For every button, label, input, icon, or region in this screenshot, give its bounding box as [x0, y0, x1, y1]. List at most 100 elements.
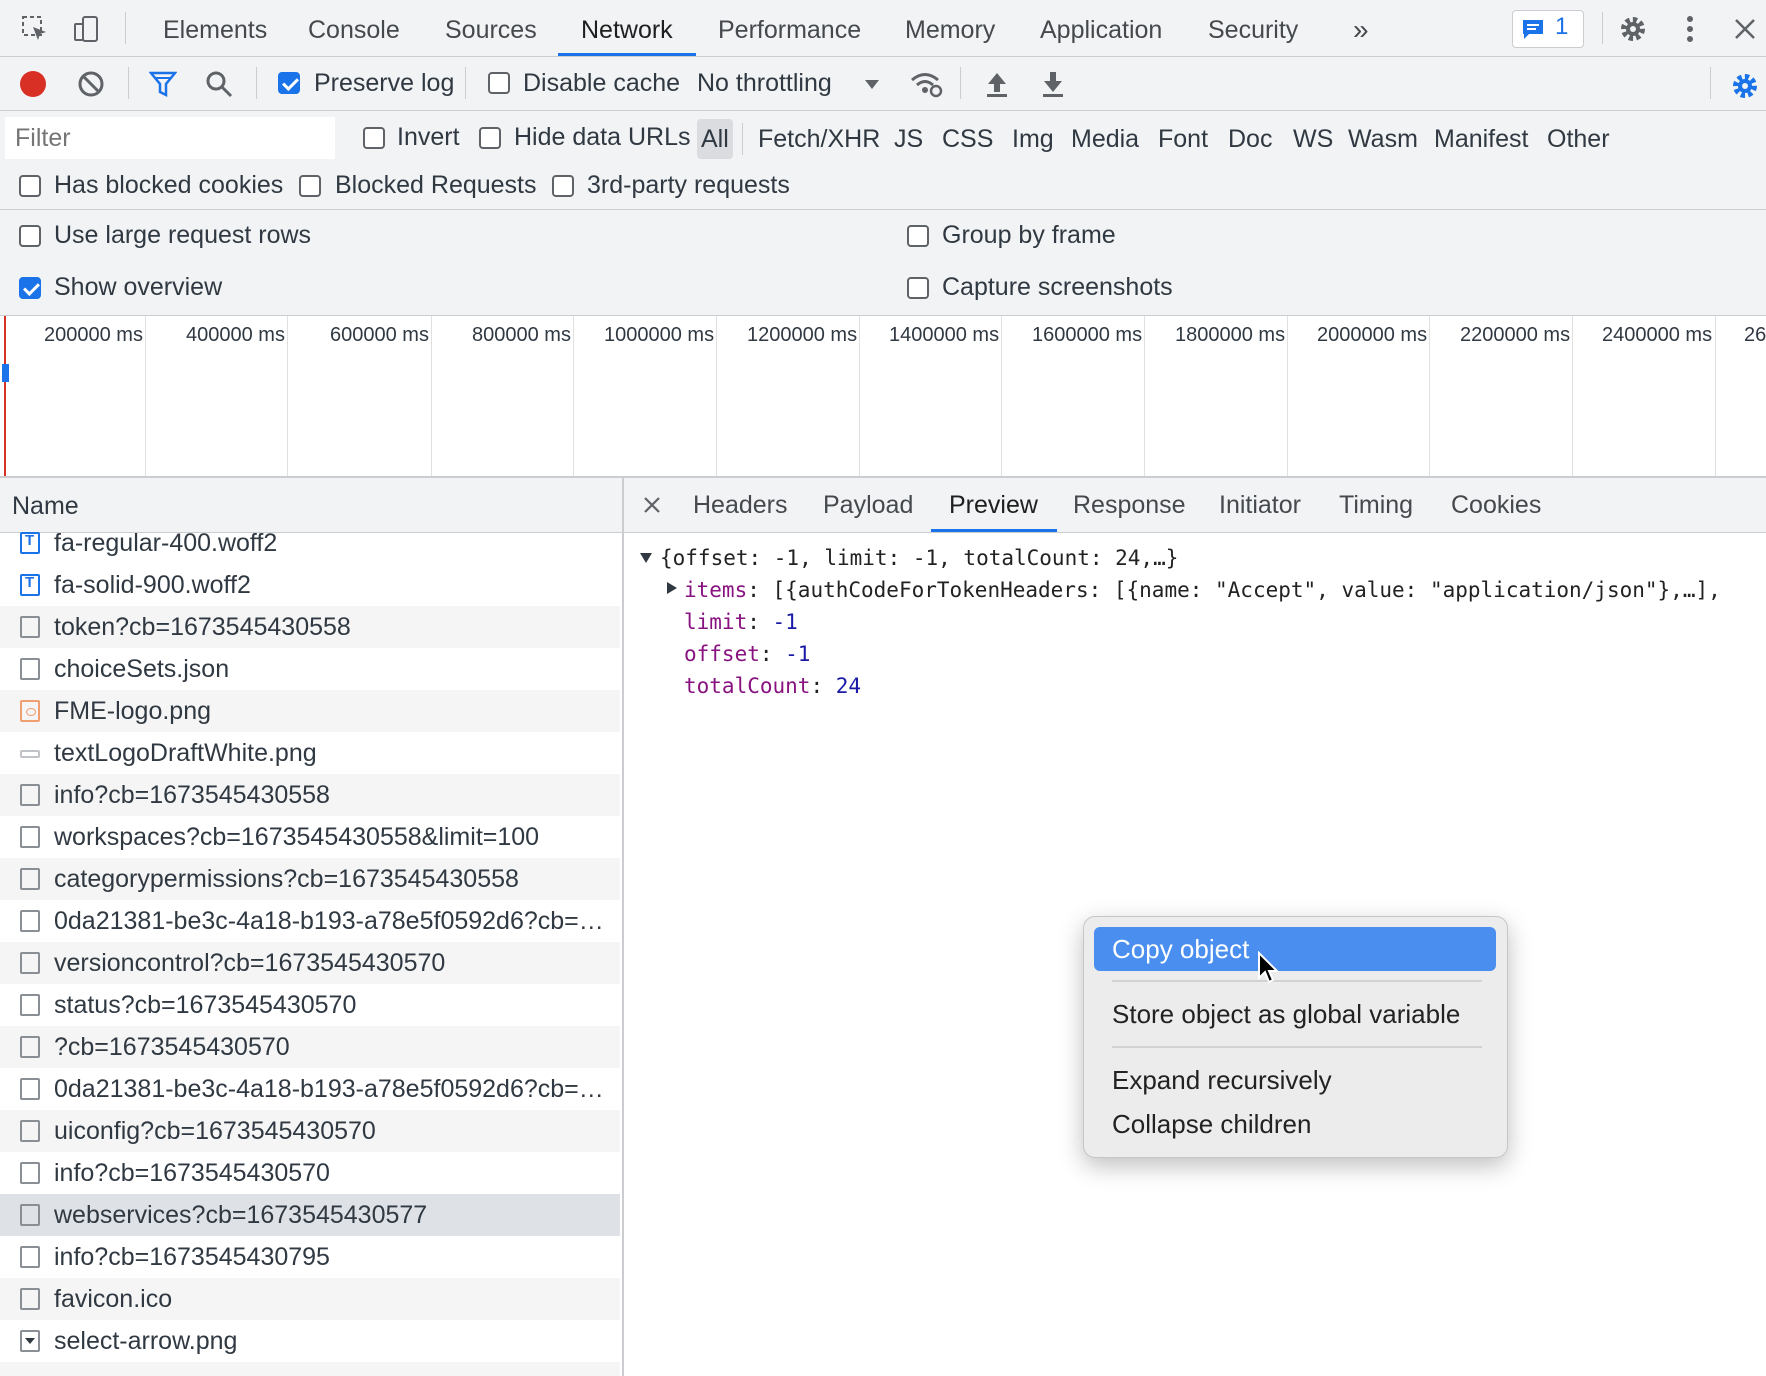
document-icon: [20, 1204, 40, 1226]
issues-badge[interactable]: 1: [1512, 10, 1584, 48]
type-filter-wasm[interactable]: Wasm: [1344, 119, 1422, 159]
search-icon[interactable]: [204, 69, 234, 99]
tab-application[interactable]: Application: [1040, 0, 1162, 56]
overview-tick-label: 1600000 ms: [1032, 324, 1143, 346]
chevron-down-icon[interactable]: [862, 71, 882, 97]
network-conditions-icon[interactable]: [908, 67, 944, 101]
tab-payload[interactable]: Payload: [823, 478, 913, 532]
tab-initiator[interactable]: Initiator: [1219, 478, 1301, 532]
hide-data-urls-label: Hide data URLs: [514, 123, 691, 151]
large-rows-label: Use large request rows: [54, 221, 312, 249]
request-row[interactable]: 0da21381-be3c-4a18-b193-a78e5f0592d6?cb=…: [0, 1068, 620, 1110]
preserve-log-checkbox[interactable]: [278, 72, 300, 94]
more-options-icon[interactable]: [1676, 12, 1704, 46]
request-row[interactable]: fa-regular-400.woff2: [0, 522, 620, 564]
request-row[interactable]: info?cb=1673545430570: [0, 1152, 620, 1194]
request-row[interactable]: FME-logo.png: [0, 690, 620, 732]
menu-item-collapse-children[interactable]: Collapse children: [1094, 1102, 1496, 1146]
context-menu: Copy object Store object as global varia…: [1083, 916, 1508, 1158]
tab-memory[interactable]: Memory: [905, 0, 995, 56]
filter-input[interactable]: [5, 117, 335, 159]
tab-console[interactable]: Console: [308, 0, 400, 56]
request-row[interactable]: favicon.ico: [0, 1278, 620, 1320]
request-row-selected[interactable]: webservices?cb=1673545430577: [0, 1194, 620, 1236]
tab-performance[interactable]: Performance: [718, 0, 861, 56]
disable-cache-checkbox[interactable]: [488, 72, 510, 94]
device-toolbar-icon[interactable]: [70, 12, 104, 46]
collapse-triangle-icon[interactable]: [664, 580, 680, 596]
hide-data-urls-checkbox[interactable]: [479, 127, 501, 149]
overview-tick-label: 1000000 ms: [604, 324, 715, 346]
overview-tick-label: 2200000 ms: [1460, 324, 1571, 346]
third-party-requests-checkbox[interactable]: [552, 175, 574, 197]
import-har-icon[interactable]: [982, 69, 1012, 99]
tab-security[interactable]: Security: [1208, 0, 1298, 56]
show-overview-checkbox[interactable]: [19, 277, 41, 299]
request-row[interactable]: versioncontrol?cb=1673545430570: [0, 942, 620, 984]
type-filter-manifest[interactable]: Manifest: [1430, 119, 1532, 159]
filter-funnel-icon[interactable]: [148, 69, 178, 99]
export-har-icon[interactable]: [1038, 69, 1068, 99]
type-filter-ws[interactable]: WS: [1289, 119, 1337, 159]
type-filter-img[interactable]: Img: [1008, 119, 1058, 159]
request-row[interactable]: fa-solid-900.woff2: [0, 564, 620, 606]
inspect-element-icon[interactable]: [18, 12, 52, 46]
request-row[interactable]: info?cb=1673545430558: [0, 774, 620, 816]
type-filter-css[interactable]: CSS: [938, 119, 997, 159]
capture-screenshots-checkbox[interactable]: [907, 277, 929, 299]
separator: [125, 12, 126, 44]
request-row[interactable]: select-arrow.png: [0, 1320, 620, 1362]
request-row[interactable]: ?cb=1673545430570: [0, 1026, 620, 1068]
request-row[interactable]: token?cb=1673545430558: [0, 606, 620, 648]
group-by-frame-checkbox[interactable]: [907, 225, 929, 247]
type-filter-font[interactable]: Font: [1154, 119, 1212, 159]
tab-response[interactable]: Response: [1073, 478, 1186, 532]
request-name: fa-solid-900.woff2: [54, 571, 251, 599]
type-filter-all[interactable]: All: [697, 119, 733, 159]
settings-gear-icon[interactable]: [1616, 12, 1650, 46]
expand-triangle-icon[interactable]: [638, 550, 654, 566]
request-row[interactable]: status?cb=1673545430570: [0, 984, 620, 1026]
type-filter-media[interactable]: Media: [1067, 119, 1143, 159]
tab-headers[interactable]: Headers: [693, 478, 788, 532]
invert-checkbox[interactable]: [363, 127, 385, 149]
tab-timing[interactable]: Timing: [1339, 478, 1413, 532]
tab-cookies[interactable]: Cookies: [1451, 478, 1541, 532]
close-icon[interactable]: [1728, 12, 1762, 46]
record-icon[interactable]: [18, 69, 48, 99]
more-tabs-icon[interactable]: »: [1353, 0, 1369, 56]
tab-sources[interactable]: Sources: [445, 0, 537, 56]
tab-network[interactable]: Network: [581, 0, 673, 56]
request-row[interactable]: info?cb=1673545430795: [0, 1236, 620, 1278]
preview-items-row[interactable]: items: [{authCodeForTokenHeaders: [{name…: [684, 574, 1721, 606]
blocked-requests-checkbox[interactable]: [299, 175, 321, 197]
invert-label: Invert: [397, 123, 460, 151]
network-settings-gear-icon[interactable]: [1728, 69, 1762, 103]
request-row[interactable]: uiconfig?cb=1673545430570: [0, 1110, 620, 1152]
tab-preview[interactable]: Preview: [949, 478, 1038, 532]
throttling-select[interactable]: No throttling: [697, 69, 832, 98]
tab-elements[interactable]: Elements: [163, 0, 267, 56]
request-row[interactable]: [0, 1362, 620, 1376]
type-filter-doc[interactable]: Doc: [1224, 119, 1276, 159]
menu-item-expand-recursively[interactable]: Expand recursively: [1094, 1058, 1496, 1102]
menu-item-store-global[interactable]: Store object as global variable: [1094, 992, 1496, 1036]
request-row[interactable]: choiceSets.json: [0, 648, 620, 690]
preview-root-summary[interactable]: {offset: -1, limit: -1, totalCount: 24,……: [660, 542, 1178, 574]
request-name: select-arrow.png: [54, 1327, 238, 1355]
capture-screenshots-label: Capture screenshots: [942, 273, 1173, 301]
separator: [742, 123, 743, 155]
clear-icon[interactable]: [76, 69, 106, 99]
request-row[interactable]: textLogoDraftWhite.png: [0, 732, 620, 774]
large-rows-checkbox[interactable]: [19, 225, 41, 247]
request-row[interactable]: workspaces?cb=1673545430558&limit=100: [0, 816, 620, 858]
menu-item-copy-object[interactable]: Copy object: [1094, 927, 1496, 971]
has-blocked-cookies-checkbox[interactable]: [19, 175, 41, 197]
type-filter-fetch-xhr[interactable]: Fetch/XHR: [754, 119, 884, 159]
request-row[interactable]: categorypermissions?cb=1673545430558: [0, 858, 620, 900]
type-filter-js[interactable]: JS: [890, 119, 927, 159]
close-icon[interactable]: [639, 492, 665, 518]
network-overview[interactable]: 200000 ms 400000 ms 600000 ms 800000 ms …: [0, 316, 1766, 478]
type-filter-other[interactable]: Other: [1543, 119, 1614, 159]
request-row[interactable]: 0da21381-be3c-4a18-b193-a78e5f0592d6?cb=…: [0, 900, 620, 942]
